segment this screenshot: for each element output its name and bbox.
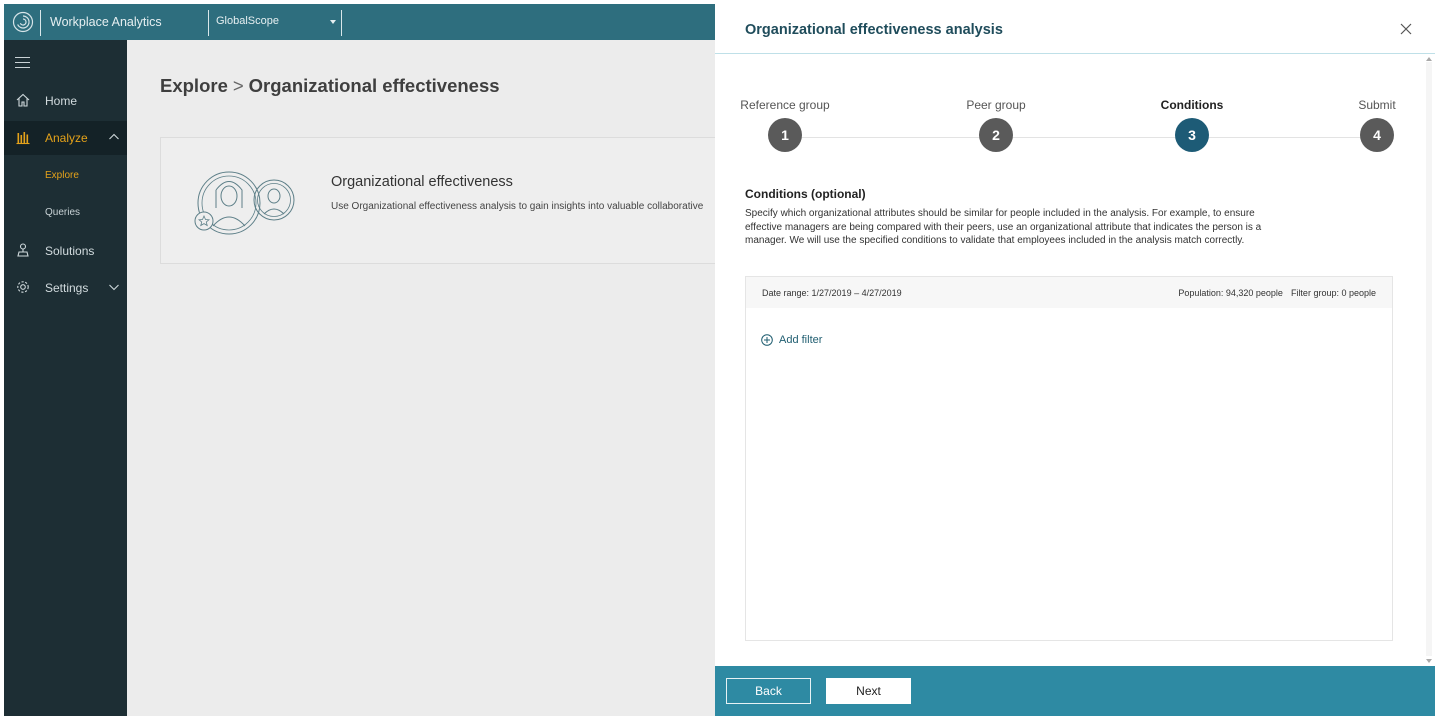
next-button[interactable]: Next (826, 678, 911, 704)
analyze-icon (16, 132, 30, 145)
gear-icon (17, 281, 29, 293)
sidebar-item-label: Home (45, 94, 78, 108)
add-circle-icon (761, 334, 773, 346)
card-description: Use Organizational effectiveness analysi… (331, 201, 704, 212)
topbar-divider (341, 10, 342, 36)
scope-label: GlobalScope (216, 15, 279, 27)
main-content: Explore > Organizational effectiveness Org… (127, 40, 730, 716)
conditions-description: Specify which organizational attributes … (745, 208, 1262, 246)
breadcrumb-separator: > (232, 75, 244, 96)
sidebar-item-settings[interactable]: Settings (4, 271, 127, 305)
hamburger-menu-icon[interactable] (15, 57, 30, 72)
scope-selector[interactable]: GlobalScope (209, 8, 341, 36)
population-count: Population: 94,320 people (1178, 288, 1283, 298)
sidebar: Home Analyze Explore Queries Solutions S… (4, 40, 127, 716)
step-number: 2 (979, 118, 1013, 152)
chevron-down-icon (109, 284, 119, 291)
analysis-card[interactable]: Organizational effectiveness Use Organiz… (160, 137, 730, 264)
scroll-up-icon[interactable] (1426, 57, 1432, 61)
back-button[interactable]: Back (726, 678, 811, 704)
step-number: 4 (1360, 118, 1394, 152)
filter-summary-bar: Date range: 1/27/2019 – 4/27/2019 Popula… (746, 277, 1392, 308)
scrollbar[interactable] (1426, 62, 1432, 656)
app-logo-icon (12, 11, 34, 33)
add-filter-label: Add filter (779, 334, 823, 346)
sidebar-item-analyze[interactable]: Analyze (4, 121, 127, 155)
sidebar-item-label: Solutions (45, 244, 95, 258)
breadcrumb-root[interactable]: Explore (160, 75, 228, 96)
filter-box: Date range: 1/27/2019 – 4/27/2019 Popula… (745, 276, 1393, 641)
step-number: 1 (768, 118, 802, 152)
add-filter-button[interactable]: Add filter (761, 333, 822, 347)
top-bar: Workplace Analytics GlobalScope (4, 4, 715, 40)
sidebar-item-solutions[interactable]: Solutions (4, 234, 127, 268)
home-icon (16, 93, 30, 107)
panel-footer: Back Next (715, 666, 1435, 716)
sidebar-item-label: Analyze (45, 131, 88, 145)
step-number: 3 (1175, 118, 1209, 152)
population-summary: Population: 94,320 people Filter group: 0… (1170, 288, 1376, 298)
filter-group-count: Filter group: 0 people (1290, 288, 1376, 298)
chevron-down-icon (330, 20, 336, 24)
topbar-divider (40, 10, 41, 36)
step-label: Submit (1358, 98, 1396, 112)
chevron-up-icon (109, 133, 119, 140)
panel-header: Organizational effectiveness analysis (715, 4, 1435, 54)
sidebar-item-label: Settings (45, 281, 89, 295)
stepper-track (785, 137, 1375, 138)
people-illustration-icon (194, 171, 295, 235)
card-title: Organizational effectiveness (331, 174, 513, 190)
step-label: Peer group (966, 98, 1026, 112)
panel-title: Organizational effectiveness analysis (745, 22, 1003, 38)
conditions-title: Conditions (optional) (745, 187, 866, 201)
close-icon[interactable] (1399, 22, 1413, 36)
breadcrumb-current: Organizational effectiveness (248, 75, 500, 96)
step-label: Conditions (1160, 98, 1224, 112)
breadcrumb: Explore > Organizational effectiveness (160, 75, 500, 97)
app-title: Workplace Analytics (50, 15, 162, 29)
sidebar-subitem-queries[interactable]: Queries (45, 207, 80, 218)
sidebar-subitem-explore[interactable]: Explore (45, 170, 79, 181)
step-label: Reference group (740, 98, 830, 112)
sidebar-item-home[interactable]: Home (4, 84, 127, 118)
date-range: Date range: 1/27/2019 – 4/27/2019 (762, 288, 902, 298)
app-window: Workplace Analytics GlobalScope Home Ana… (4, 4, 1435, 716)
analysis-panel: Organizational effectiveness analysis Re… (715, 4, 1435, 716)
scroll-down-icon[interactable] (1426, 659, 1432, 663)
solutions-icon (17, 243, 29, 257)
